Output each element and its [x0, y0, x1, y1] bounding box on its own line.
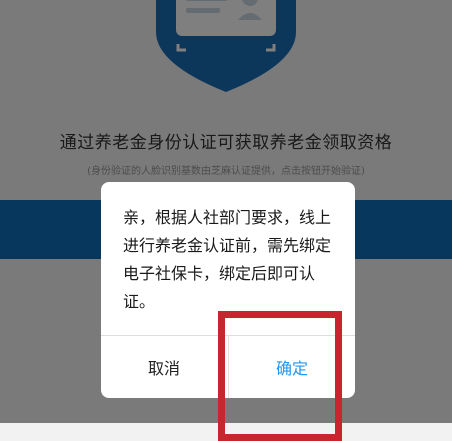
dialog-message: 亲，根据人社部门要求，线上进行养老金认证前，需先绑定电子社保卡，绑定后即可认证。 — [123, 208, 332, 311]
annotation-highlight-box — [218, 311, 342, 441]
cancel-button[interactable]: 取消 — [101, 336, 227, 398]
